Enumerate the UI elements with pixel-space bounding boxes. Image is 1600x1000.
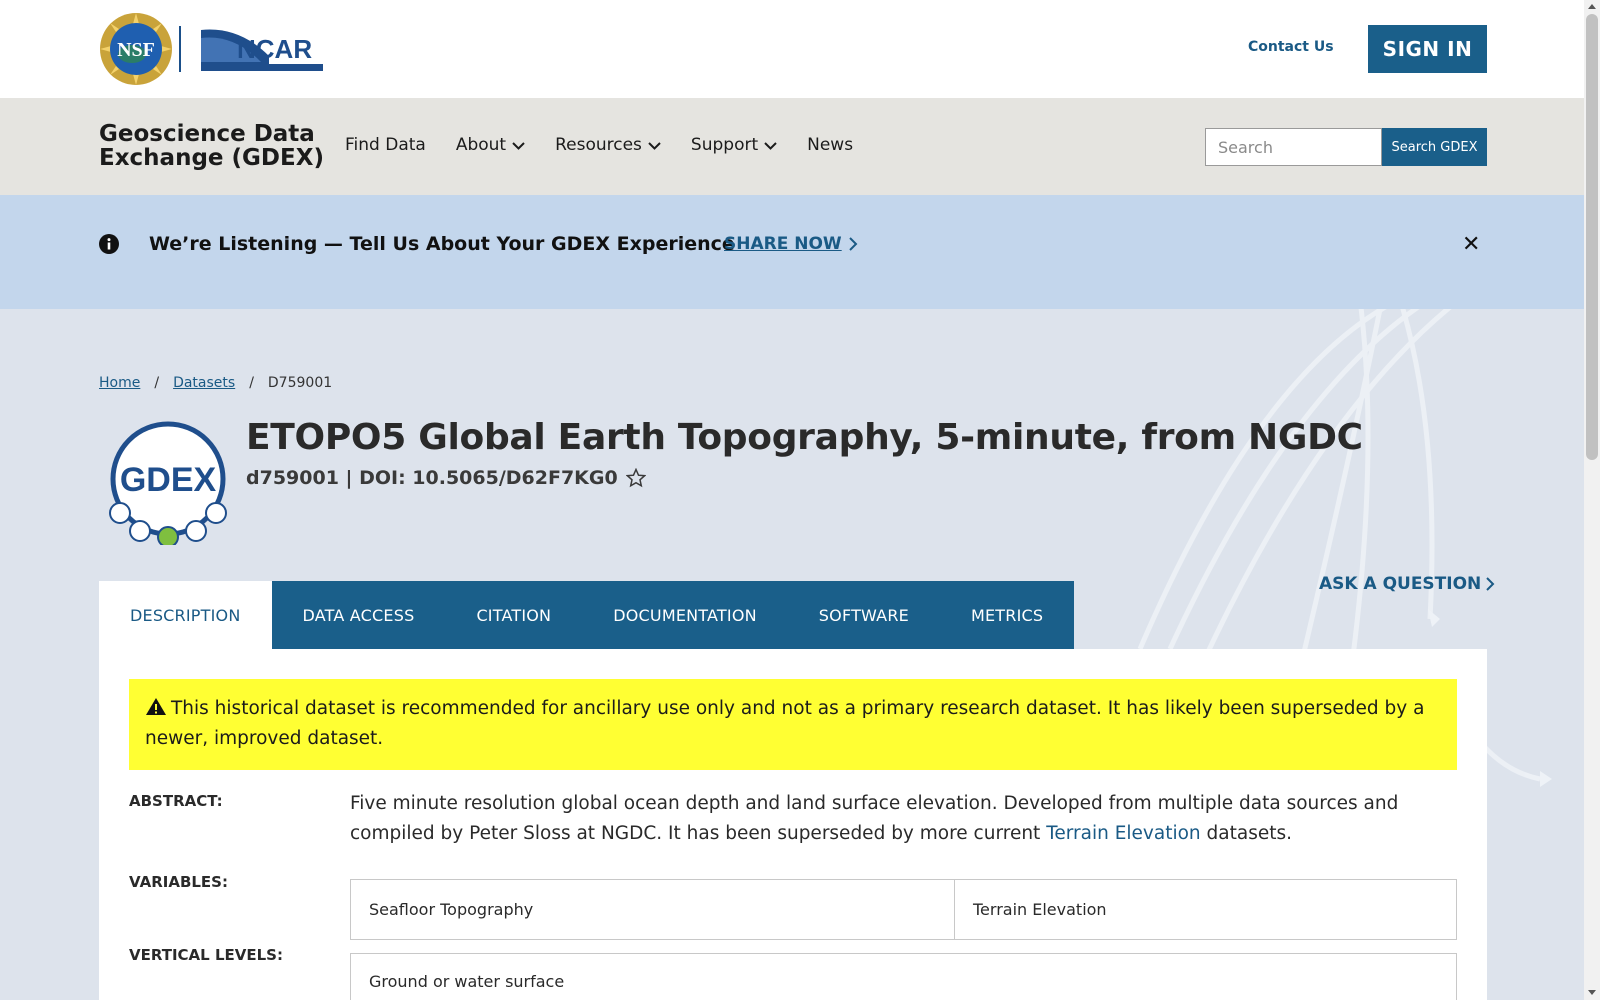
tab-metrics[interactable]: METRICS [939, 581, 1075, 649]
scroll-down-arrow[interactable] [1588, 990, 1596, 995]
svg-text:GDEX: GDEX [120, 461, 217, 499]
chevron-down-icon [648, 141, 661, 150]
variable-cell[interactable]: Terrain Elevation [954, 880, 1456, 939]
warning-text: This historical dataset is recommended f… [145, 698, 1425, 749]
search-button[interactable]: Search GDEX [1382, 128, 1487, 166]
nav-item-about[interactable]: About [456, 135, 525, 155]
top-header: NSF NCAR Contact Us SIGN IN [0, 0, 1584, 98]
dataset-subtitle: d759001 | DOI: 10.5065/D62F7KG0 [246, 467, 646, 489]
historical-warning: This historical dataset is recommended f… [129, 679, 1457, 770]
dataset-doi: d759001 | DOI: 10.5065/D62F7KG0 [246, 467, 618, 489]
breadcrumb-datasets[interactable]: Datasets [173, 375, 235, 391]
page-scrollbar[interactable] [1584, 0, 1600, 1000]
ask-question-link[interactable]: ASK A QUESTION [1319, 574, 1495, 594]
dataset-tabs: DESCRIPTION DATA ACCESS CITATION DOCUMEN… [99, 581, 1075, 649]
tab-citation[interactable]: CITATION [445, 581, 583, 649]
nav-item-label: Resources [555, 135, 642, 155]
nav-item-label: News [807, 135, 854, 155]
nav-item-resources[interactable]: Resources [555, 135, 661, 155]
banner-message: We’re Listening — Tell Us About Your GDE… [149, 233, 735, 255]
warning-icon [146, 698, 166, 715]
chevron-down-icon [512, 141, 525, 150]
tab-description[interactable]: DESCRIPTION [99, 581, 272, 649]
variables-label: VARIABLES: [129, 873, 228, 891]
search-form: Search GDEX [1205, 128, 1487, 166]
variables-table: Seafloor Topography Terrain Elevation [350, 879, 1457, 940]
terrain-elevation-link[interactable]: Terrain Elevation [1046, 823, 1200, 844]
scroll-thumb[interactable] [1586, 14, 1598, 460]
info-icon [99, 234, 119, 254]
chevron-right-icon [1486, 577, 1495, 591]
abstract-label: ABSTRACT: [129, 792, 223, 810]
breadcrumb-separator: / [154, 375, 160, 391]
breadcrumb: Home / Datasets / D759001 [99, 375, 332, 391]
nav-item-news[interactable]: News [807, 135, 853, 155]
breadcrumb-separator: / [249, 375, 254, 391]
dataset-hero: Home / Datasets / D759001 GDEX ETOPO5 Gl… [0, 309, 1584, 1000]
share-now-label: SHARE NOW [724, 234, 842, 254]
contact-us-link[interactable]: Contact Us [1248, 39, 1334, 55]
tab-data-access[interactable]: DATA ACCESS [271, 581, 446, 649]
nav-item-find-data[interactable]: Find Data [345, 135, 426, 155]
vertical-level-value: Ground or water surface [369, 972, 565, 991]
feedback-banner: We’re Listening — Tell Us About Your GDE… [0, 195, 1584, 309]
breadcrumb-home[interactable]: Home [99, 375, 140, 391]
main-navbar: Geoscience Data Exchange (GDEX) Find Dat… [0, 98, 1584, 195]
abstract-text-part: datasets. [1200, 823, 1292, 844]
nav-menu: Find Data About Resources Support News [345, 135, 853, 155]
nsf-logo[interactable]: NSF [99, 12, 173, 86]
nav-item-label: Support [690, 135, 759, 155]
vertical-levels-label: VERTICAL LEVELS: [129, 946, 283, 964]
gdex-logo: GDEX [109, 421, 227, 545]
sign-in-button[interactable]: SIGN IN [1368, 25, 1487, 73]
search-input[interactable] [1205, 128, 1382, 166]
share-now-link[interactable]: SHARE NOW [724, 234, 858, 254]
ncar-logo[interactable]: NCAR [199, 26, 325, 72]
chevron-down-icon [764, 141, 777, 150]
svg-text:NCAR: NCAR [237, 34, 312, 64]
breadcrumb-current: D759001 [267, 375, 333, 391]
description-panel: This historical dataset is recommended f… [99, 649, 1487, 1000]
vertical-levels-table: Ground or water surface [350, 953, 1457, 1000]
nav-item-label: Find Data [345, 135, 426, 155]
nav-item-support[interactable]: Support [691, 135, 777, 155]
svg-text:NSF: NSF [117, 39, 155, 61]
ask-question-label: ASK A QUESTION [1319, 574, 1482, 594]
variable-cell[interactable]: Seafloor Topography [351, 880, 954, 939]
abstract-text: Five minute resolution global ocean dept… [350, 789, 1460, 849]
tab-documentation[interactable]: DOCUMENTATION [582, 581, 788, 649]
logo-divider [179, 26, 181, 72]
dataset-title: ETOPO5 Global Earth Topography, 5-minute… [246, 417, 1363, 458]
logo-group: NSF NCAR [99, 12, 325, 86]
chevron-right-icon [848, 237, 858, 251]
nav-item-label: About [455, 135, 507, 155]
close-banner-button[interactable]: ✕ [1462, 232, 1480, 257]
star-icon[interactable] [625, 468, 646, 488]
tab-software[interactable]: SOFTWARE [787, 581, 940, 649]
scroll-up-arrow[interactable] [1588, 4, 1596, 9]
site-title[interactable]: Geoscience Data Exchange (GDEX) [99, 122, 329, 170]
